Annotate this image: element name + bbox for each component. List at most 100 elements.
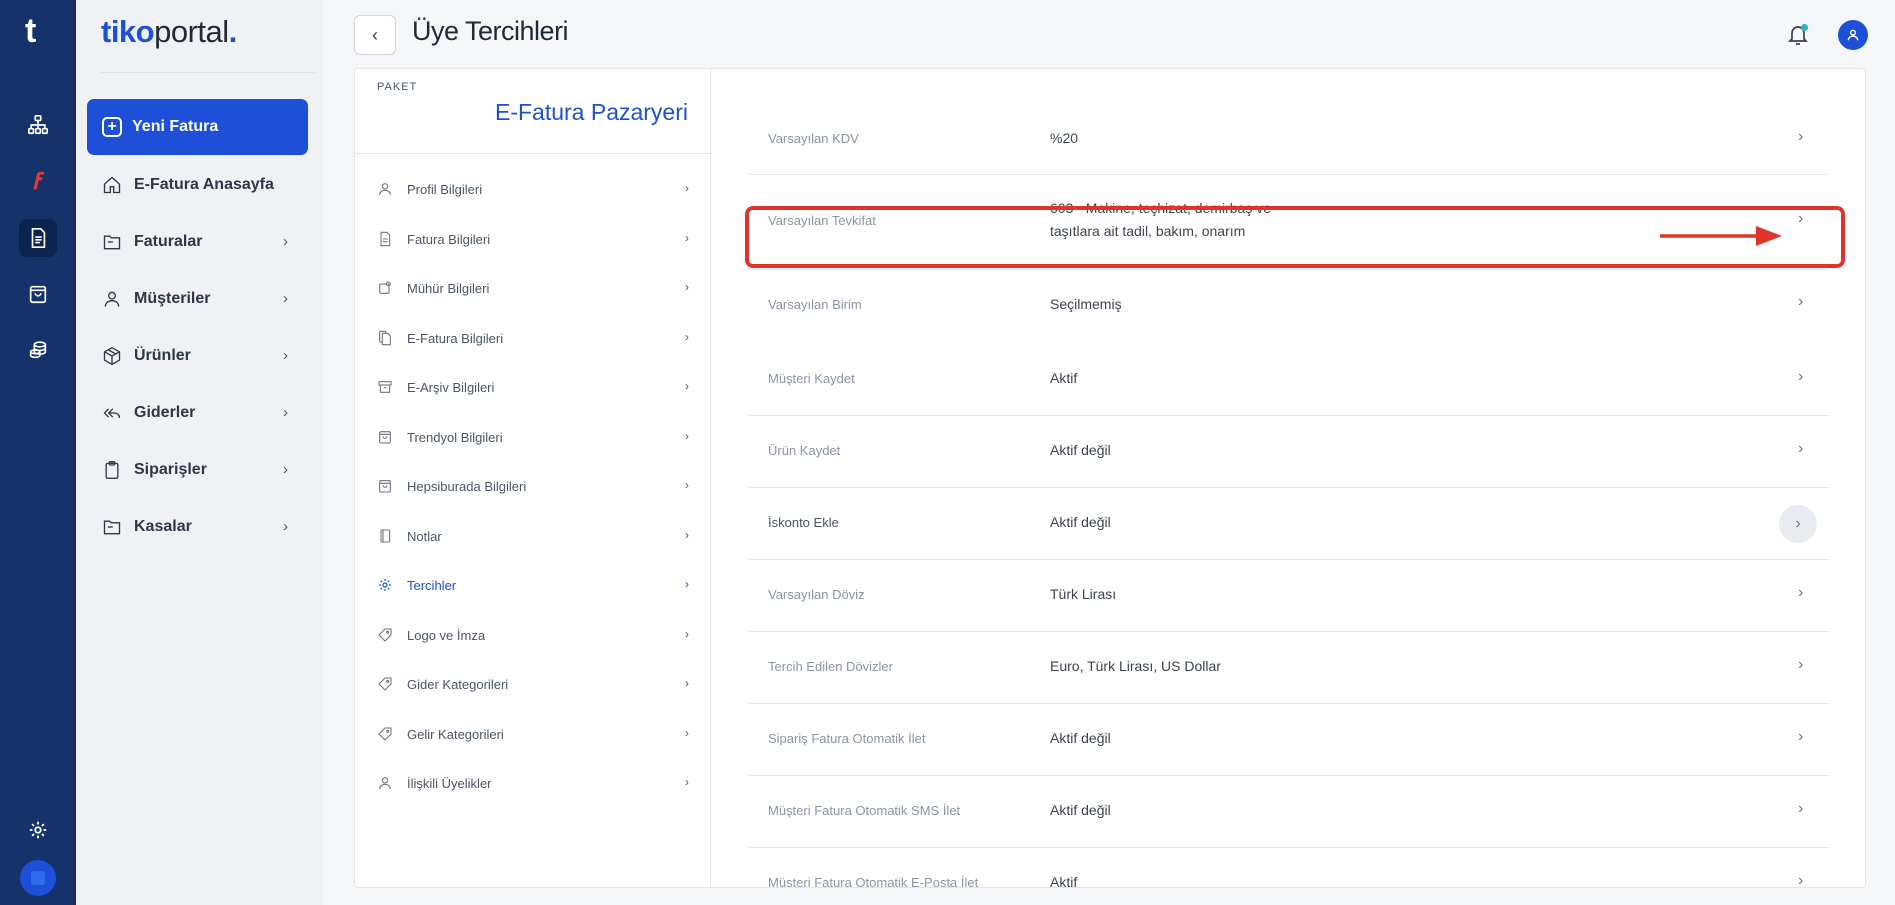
folder-icon [103,235,121,250]
pref-row-musteri-kaydet[interactable]: Müşteri Kaydet Aktif › [748,344,1829,416]
menu-item-gelir-kategorileri[interactable]: Gelir Kategorileri › [377,719,689,749]
menu-item-tercihler[interactable]: Tercihler › [377,570,689,600]
menu-item-muhur[interactable]: Mühür Bilgileri › [377,273,689,303]
chevron-right-icon: › [685,231,689,245]
notebook-icon [380,529,391,543]
chevron-right-icon: › [685,775,689,789]
menu-item-hepsiburada[interactable]: Hepsiburada Bilgileri › [377,471,689,501]
menu-item-gider-kategorileri[interactable]: Gider Kategorileri › [377,669,689,699]
new-invoice-button[interactable]: + Yeni Fatura [87,99,308,155]
user-icon [1847,29,1859,41]
brand-logo[interactable]: tikoportal. [101,14,237,50]
menu-item-iliskili-uyelikler[interactable]: İlişkili Üyelikler › [377,768,689,798]
package-name: E-Fatura Pazaryeri [494,99,688,125]
notification-dot [1801,24,1808,31]
shopping-bag-icon [379,480,391,493]
gear-icon [379,579,391,591]
box-icon [103,346,121,366]
pref-row-kdv[interactable]: Varsayılan KDV %20 › [748,69,1829,175]
chevron-left-icon: ‹ [372,24,378,45]
preferences-card: PAKET E-Fatura Pazaryeri Profil Bilgiler… [354,68,1866,888]
pref-row-eposta-ilet[interactable]: Müşteri Fatura Otomatik E-Posta İlet Akt… [748,848,1829,888]
app-rail: t [0,0,76,905]
e-fatura-icon[interactable] [19,162,57,200]
menu-item-efatura[interactable]: E-Fatura Bilgileri › [377,323,689,353]
document-icon [380,231,391,247]
user-icon [379,183,391,196]
sidebar-item-giderler[interactable]: Giderler › [87,393,308,433]
document-icon[interactable] [19,219,57,257]
chevron-right-icon: › [283,518,288,535]
home-icon [103,176,121,194]
folder-icon [103,520,121,535]
menu-item-notlar[interactable]: Notlar › [377,521,689,551]
chevron-right-icon: › [685,181,689,195]
chevron-right-icon: › [685,577,689,591]
chevron-right-icon: › [1798,368,1804,385]
sidebar-item-efatura-home[interactable]: E-Fatura Anasayfa [87,165,308,205]
user-menu-button[interactable] [1838,20,1868,50]
menu-item-trendyol[interactable]: Trendyol Bilgileri › [377,422,689,452]
pref-row-urun-kaydet[interactable]: Ürün Kaydet Aktif değil › [748,416,1829,488]
sidebar-item-urunler[interactable]: Ürünler › [87,336,308,376]
tag-icon [378,628,392,642]
stamp-icon [379,281,391,294]
pref-row-tercih-dovizler[interactable]: Tercih Edilen Dövizler Euro, Türk Lirası… [748,632,1829,704]
chevron-right-icon: › [1798,128,1804,145]
chevron-right-icon: › [1798,656,1804,673]
page-title: Üye Tercihleri [412,16,569,46]
divider [100,72,315,73]
workspace-avatar[interactable] [20,860,56,896]
chevron-right-icon: › [685,280,689,294]
settings-icon[interactable] [19,811,57,849]
chevron-right-icon: › [1798,728,1804,745]
menu-item-profil[interactable]: Profil Bilgileri › [377,174,689,204]
pref-row-doviz[interactable]: Varsayılan Döviz Türk Lirası › [748,560,1829,632]
app-logo[interactable]: t [25,14,51,48]
chevron-right-icon: › [1798,872,1804,888]
chevron-right-icon: › [1798,584,1804,601]
chevron-right-icon: › [283,461,288,478]
chevron-right-icon: › [685,478,689,492]
settings-menu: PAKET E-Fatura Pazaryeri Profil Bilgiler… [355,69,711,887]
chevron-right-icon: › [685,627,689,641]
chevron-right-icon: › [685,676,689,690]
chevron-right-icon: › [685,726,689,740]
chevron-right-icon: › [283,233,288,250]
user-icon [104,291,120,307]
pref-row-birim[interactable]: Varsayılan Birim Seçilmemiş › [748,270,1829,344]
sidebar-item-musteriler[interactable]: Müşteriler › [87,279,308,319]
pref-row-iskonto[interactable]: İskonto Ekle Aktif değil › [748,488,1829,560]
back-button[interactable]: ‹ [354,15,396,55]
sitemap-icon[interactable] [19,106,57,144]
clipboard-icon [105,461,119,479]
pref-row-sms-ilet[interactable]: Müşteri Fatura Otomatik SMS İlet Aktif d… [748,776,1829,848]
user-icon [379,777,391,790]
menu-item-logo-imza[interactable]: Logo ve İmza › [377,620,689,650]
divider [355,153,711,154]
menu-item-fatura[interactable]: Fatura Bilgileri › [377,224,689,254]
reply-all-icon [103,408,121,419]
chevron-right-icon: › [283,404,288,421]
chevron-right-icon: › [685,528,689,542]
tag-icon [378,677,392,691]
package-label: PAKET [377,81,418,93]
annotation-arrow-icon [1660,226,1782,246]
sidebar-item-siparisler[interactable]: Siparişler › [87,450,308,490]
pref-row-siparis-ilet[interactable]: Sipariş Fatura Otomatik İlet Aktif değil… [748,704,1829,776]
sidebar-item-faturalar[interactable]: Faturalar › [87,222,308,262]
plus-icon: + [102,117,122,137]
coins-icon[interactable] [19,331,57,369]
menu-item-earsiv[interactable]: E-Arşiv Bilgileri › [377,372,689,402]
chevron-right-icon: › [283,347,288,364]
shopping-bag-icon[interactable] [19,275,57,313]
shopping-bag-icon [379,431,391,444]
chevron-right-icon: › [283,290,288,307]
chevron-right-icon: › [685,330,689,344]
sidebar: tikoportal. + Yeni Fatura E-Fatura Anasa… [76,0,323,905]
chevron-right-icon: › [1798,293,1804,310]
chevron-right-icon: › [685,379,689,393]
sidebar-item-kasalar[interactable]: Kasalar › [87,507,308,547]
chevron-right-icon: › [1779,505,1817,543]
archive-icon [378,381,392,393]
